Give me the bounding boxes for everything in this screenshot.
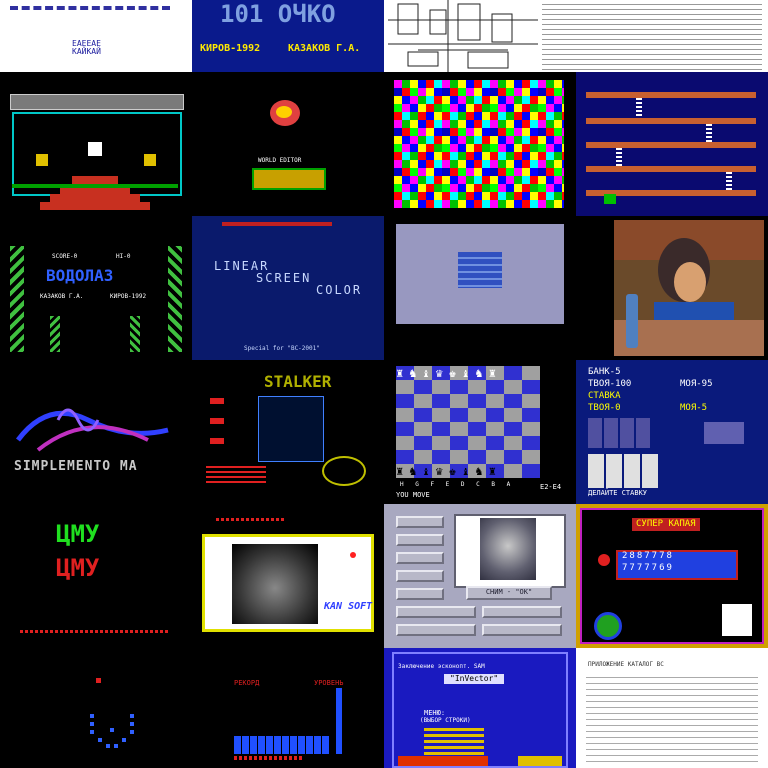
tile-r3c1: SCORE-0 HI-0 ВОДОЛАЗ КАЗАКОВ Г.А. КИРОВ-… — [0, 216, 192, 360]
tile-author: КАЗАКОВ Г.А. — [288, 43, 361, 54]
tile-r2c4 — [576, 72, 768, 216]
dot-shape — [90, 714, 134, 748]
chess-files: H G F E D C B A — [400, 481, 515, 488]
tile-r2c2: WORLD EDITOR — [192, 72, 384, 216]
tile-r3c3 — [384, 216, 576, 360]
display-top: 2887778 — [622, 551, 674, 561]
tile-mine-2: МОЯ-5 — [680, 403, 708, 413]
schematic-diagram — [388, 0, 538, 72]
tile-r3c2: LINEAR SCREEN COLOR Special for "ВС-2001… — [192, 216, 384, 360]
tile-yours: ТВОЯ-100 — [588, 379, 632, 389]
photo-caption-button[interactable]: СНИМ - "ОК" — [466, 586, 552, 600]
tile-r2c3 — [384, 72, 576, 216]
pixel-block — [458, 252, 502, 288]
tile-bank: БАНК-5 — [588, 367, 621, 377]
tile-doc-title: ПРИЛОЖЕНИЕ КАТАЛОГ ВС — [588, 661, 664, 668]
tile-brand: KAN SOFT — [324, 601, 373, 612]
tile-r5c2: KAN SOFT — [192, 504, 384, 648]
tile-title: СУПЕР КАПАЯ — [632, 518, 700, 531]
tile-city-year: КИРОВ-1992 — [110, 293, 147, 300]
tile-r5c4: СУПЕР КАПАЯ 2887778 7777769 — [576, 504, 768, 648]
tile-title: 101 ОЧКО — [220, 0, 336, 28]
tile-line-3: COLOR — [316, 283, 363, 297]
tile-stake: СТАВКА — [588, 391, 621, 401]
tile-r4c4: БАНК-5 ТВОЯ-100 МОЯ-95 СТАВКА ТВОЯ-0 МОЯ… — [576, 360, 768, 504]
tile-hint: ДЕЛАЙТЕ СТАВКУ — [588, 489, 648, 497]
tile-r2c1 — [0, 72, 192, 216]
tile-r6c2: РЕКОРД УРОВЕНЬ — [192, 648, 384, 768]
display-bottom: 7777769 — [622, 563, 674, 573]
tile-menu-title: МЕНЮ: — [424, 709, 446, 717]
chess-pieces-bottom: ♜♞♝♛♚♝♞♜ — [396, 464, 502, 478]
noise-pattern — [394, 80, 564, 208]
tile-title: ВОДОЛАЗ — [46, 266, 114, 285]
script-logo — [16, 408, 169, 452]
tile-bottom: Special for "ВС-2001" — [244, 345, 320, 352]
tile-mine: МОЯ-95 — [680, 379, 713, 389]
tile-line-1: ЦМУ — [56, 520, 100, 548]
tile-r6c4: ПРИЛОЖЕНИЕ КАТАЛОГ ВС — [576, 648, 768, 768]
tile-box-title: "InVector" — [444, 674, 505, 684]
tile-yours-2: ТВОЯ-0 — [588, 403, 621, 413]
tile-r4c3: ♜♞♝♛♚♝♞♜ ♜♞♝♛♚♝♞♜ H G F E D C B A YOU MO… — [384, 360, 576, 504]
seaweed-right — [168, 246, 182, 352]
seaweed-left — [10, 246, 24, 352]
tile-author-year: КИРОВ-1992 — [200, 43, 261, 54]
tile-r1c3 — [384, 0, 768, 72]
chess-board — [396, 366, 540, 478]
tile-bottom: SIMPLEMENTO MA — [14, 459, 138, 474]
chess-pieces-top: ♜♞♝♛♚♝♞♜ — [396, 366, 502, 380]
painting-image — [614, 220, 764, 356]
tile-r1c2: 101 ОЧКО КИРОВ-1992 КАЗАКОВ Г.А. — [192, 0, 384, 72]
tile-r6c1 — [0, 648, 192, 768]
tile-caption: ЕАЕЕАЕ КАЙКАЙ — [72, 39, 101, 56]
tile-r4c1: SIMPLEMENTO MA — [0, 360, 192, 504]
tile-r4c2: STALKER — [192, 360, 384, 504]
tile-r5c3: СНИМ - "ОК" — [384, 504, 576, 648]
screenshot-collage: ЕАЕЕАЕ КАЙКАЙ 101 ОЧКО КИРОВ-1992 КАЗАКО… — [0, 0, 768, 768]
tile-r6c3: Заключение эсконопт. SAM "InVector" МЕНЮ… — [384, 648, 576, 768]
tile-r3c4 — [576, 216, 768, 360]
tile-score-left: SCORE-0 — [52, 253, 78, 260]
avatar — [722, 604, 752, 636]
tile-header: Заключение эсконопт. SAM — [398, 663, 485, 670]
chess-move: E2-E4 — [540, 483, 562, 491]
tile-menu-sub: (ВЫБОР СТРОКИ) — [420, 717, 471, 724]
tile-score-label: РЕКОРД — [234, 679, 260, 687]
tile-line-2: SCREEN — [256, 271, 312, 285]
document-text-block — [586, 674, 758, 764]
tile-caption: WORLD EDITOR — [258, 157, 302, 164]
tile-author: КАЗАКОВ Г.А. — [40, 293, 84, 300]
tile-level-label: УРОВЕНЬ — [314, 679, 344, 687]
tile-line-2: ЦМУ — [56, 554, 100, 582]
tile-title: STALKER — [264, 372, 332, 391]
tile-r1c1: ЕАЕЕАЕ КАЙКАЙ — [0, 0, 192, 72]
document-text-block — [542, 2, 762, 70]
chess-status: YOU MOVE — [396, 491, 430, 499]
tile-r5c1: ЦМУ ЦМУ — [0, 504, 192, 648]
tile-score-right: HI-0 — [116, 253, 131, 260]
portrait-image — [232, 544, 318, 624]
